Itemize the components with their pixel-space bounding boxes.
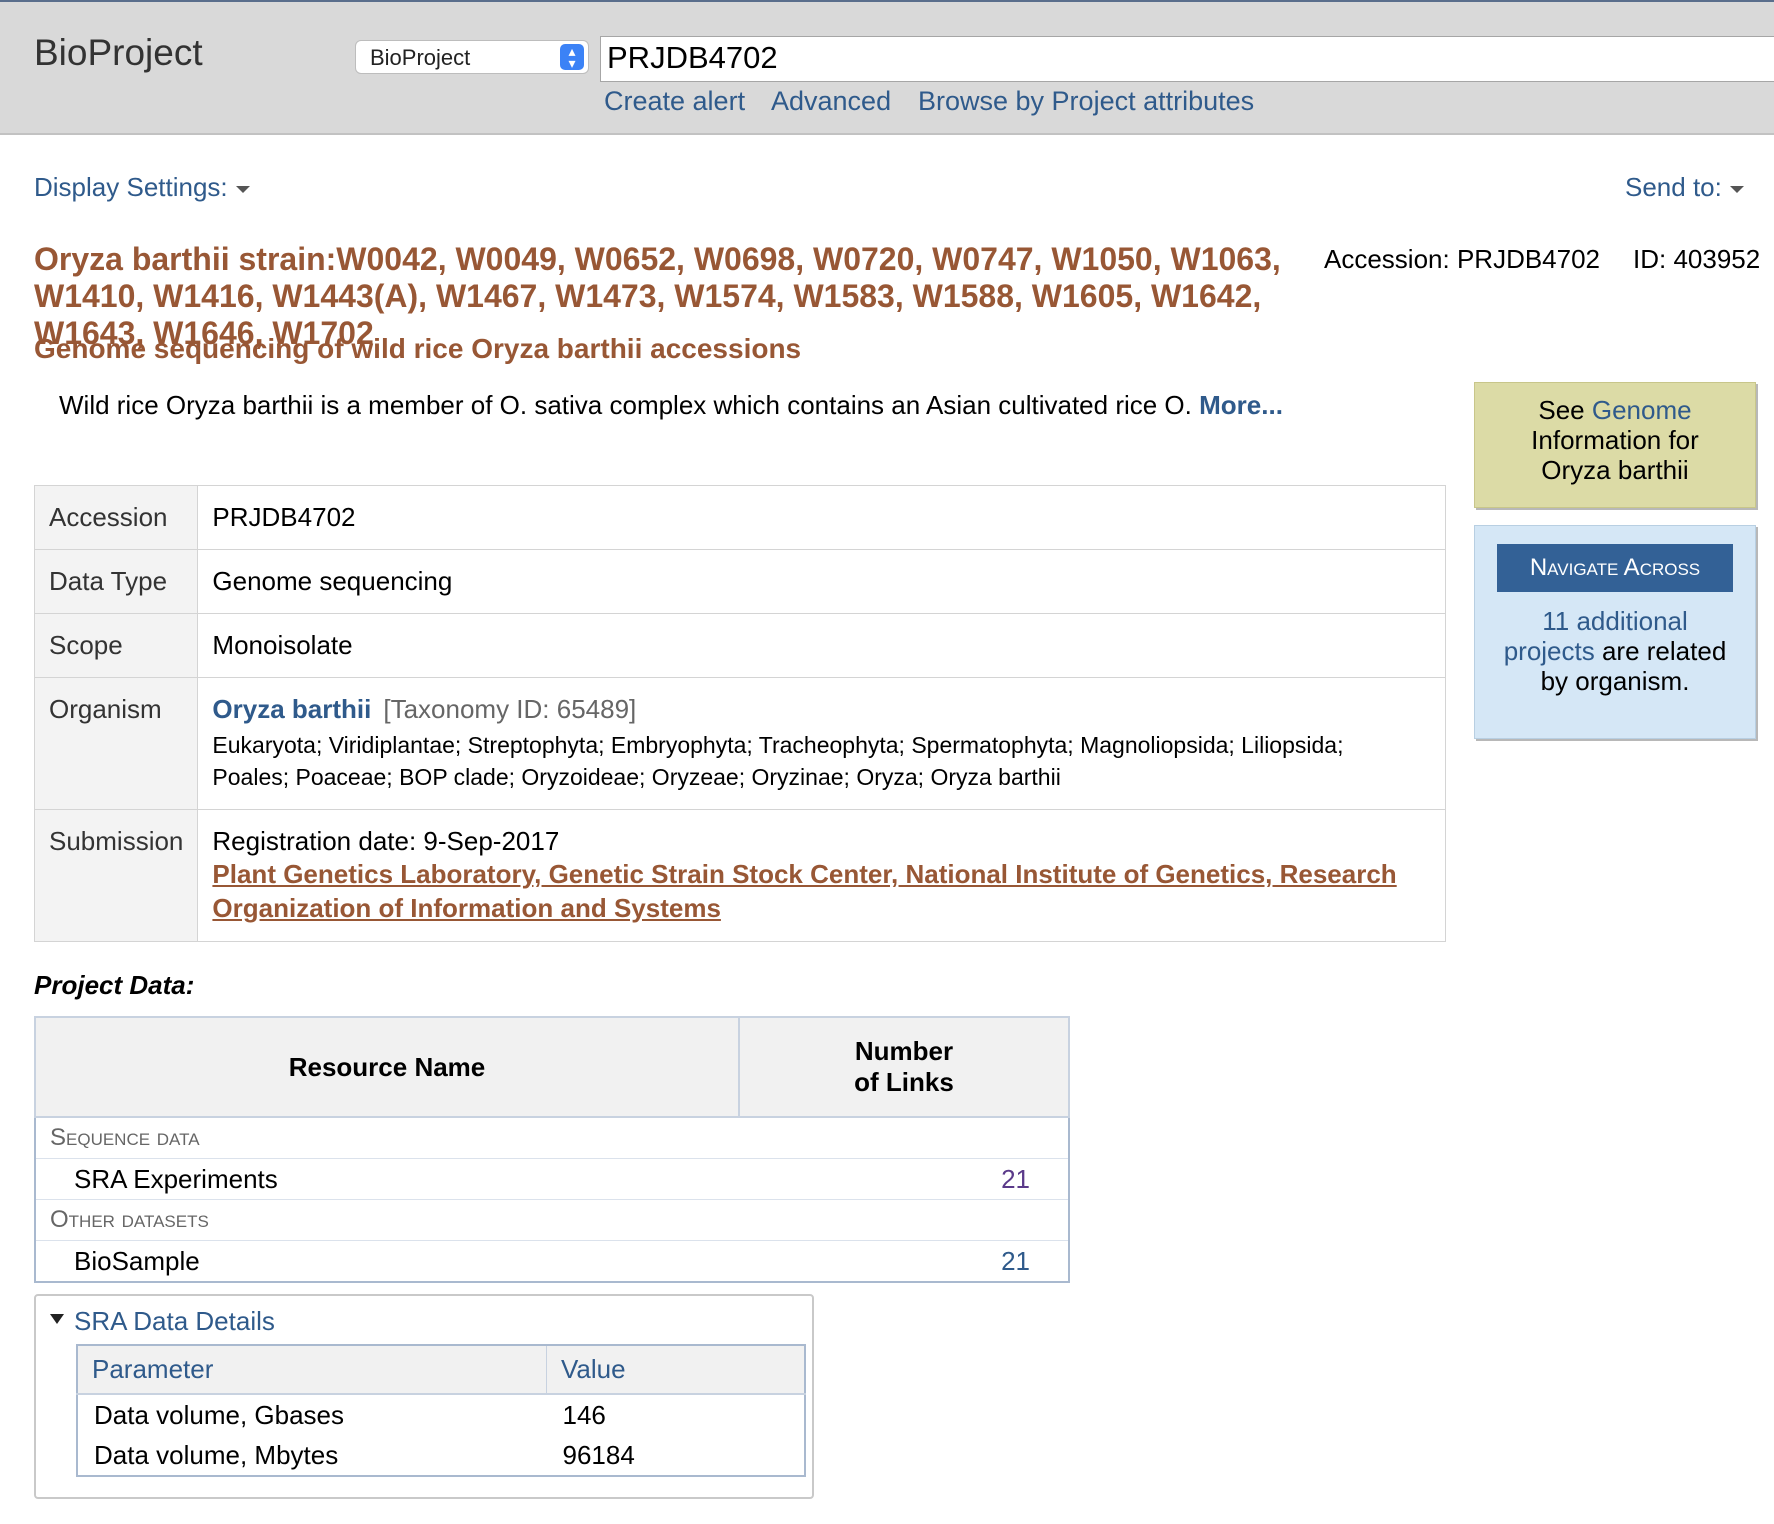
datatype-label: Data Type: [33, 549, 199, 614]
lineage: Eukaryota; Viridiplantae; Streptophyta; …: [212, 729, 1431, 793]
advanced-link[interactable]: Advanced: [771, 86, 891, 117]
biosample-name: BioSample: [35, 1240, 739, 1282]
display-settings-menu[interactable]: Display Settings:: [34, 172, 250, 203]
navigate-across-box: Navigate Across 11 additional projects a…: [1474, 525, 1756, 739]
genome-box-line-3: Oryza barthii: [1541, 455, 1689, 485]
submitter-line-2: Organization of Information and Systems: [212, 893, 721, 923]
number-of-links-line-2: of Links: [854, 1067, 954, 1097]
related-projects-text: 11 additional projects are related by or…: [1475, 606, 1755, 696]
value-cell: 146: [562, 1399, 606, 1430]
sra-data-details-toggle[interactable]: SRA Data Details: [50, 1306, 275, 1337]
sra-details-table: Parameter Value Data volume, Gbases 146 …: [76, 1344, 806, 1477]
genome-link[interactable]: Genome: [1592, 395, 1692, 425]
registration-date: Registration date: 9-Sep-2017: [212, 826, 560, 856]
related-by-organism-text: by organism.: [1540, 666, 1690, 696]
create-alert-link[interactable]: Create alert: [604, 86, 745, 117]
accession-row: Accession PRJDB4702: [33, 485, 1446, 550]
submission-row: Submission Registration date: 9-Sep-2017…: [33, 809, 1446, 942]
table-row: Data volume, Gbases 146: [77, 1394, 805, 1435]
sra-data-details-label: SRA Data Details: [74, 1306, 275, 1336]
organism-label: Organism: [33, 677, 199, 810]
search-input[interactable]: PRJDB4702: [600, 36, 1774, 82]
accession-header: Accession: PRJDB4702: [1324, 244, 1601, 274]
projects-link[interactable]: projects: [1504, 636, 1595, 666]
description-text: Wild rice Oryza barthii is a member of O…: [59, 390, 1192, 420]
submission-cell: Registration date: 9-Sep-2017 Plant Gene…: [197, 809, 1446, 942]
genome-info-box: See Genome Information for Oryza barthii: [1474, 382, 1756, 508]
project-data-table: Resource Name Number of Links Sequence d…: [34, 1016, 1070, 1283]
organism-link[interactable]: Oryza barthii: [212, 694, 371, 724]
parameter-header: Parameter: [77, 1345, 547, 1395]
accession-label: Accession: [33, 485, 199, 550]
sra-experiments-name: SRA Experiments: [35, 1158, 739, 1200]
category-sequence-data: Sequence data: [35, 1116, 1069, 1159]
category-row: Other datasets: [35, 1199, 1069, 1241]
caret-down-icon: [1729, 185, 1744, 193]
navigate-across-header: Navigate Across: [1497, 544, 1733, 592]
record-subtitle: Genome sequencing of wild rice Oryza bar…: [34, 333, 802, 364]
additional-projects-link[interactable]: 11 additional: [1542, 606, 1688, 636]
caret-down-icon: [235, 185, 250, 193]
project-data-label: Project Data:: [34, 970, 195, 1000]
select-arrows-icon: ▴ ▾: [560, 44, 584, 70]
top-search-bar: BioProject BioProject ▴ ▾ PRJDB4702 Creat…: [0, 0, 1774, 135]
related-text: are related: [1594, 636, 1727, 666]
database-select[interactable]: BioProject ▴ ▾: [355, 40, 589, 74]
value-header: Value: [546, 1345, 805, 1395]
table-row: SRA Experiments 21: [35, 1158, 1069, 1200]
category-other-datasets: Other datasets: [35, 1199, 1069, 1241]
sra-details-header-row: Parameter Value: [77, 1345, 805, 1395]
id-header: ID: 403952: [1633, 244, 1761, 274]
table-row: BioSample 21: [35, 1240, 1069, 1282]
scope-label: Scope: [33, 613, 199, 678]
submitter-line-1: Plant Genetics Laboratory, Genetic Strai…: [212, 859, 1397, 889]
triangle-down-icon: [50, 1314, 64, 1324]
category-row: Sequence data: [35, 1116, 1069, 1159]
accession-value: PRJDB4702: [197, 485, 1446, 550]
genome-box-line-2: Information for: [1531, 425, 1699, 455]
send-to-menu[interactable]: Send to:: [1625, 172, 1744, 203]
number-of-links-header: Number of Links: [738, 1016, 1070, 1118]
scope-value: Monoisolate: [197, 613, 1446, 678]
biosample-count-link[interactable]: 21: [739, 1240, 1069, 1282]
submission-label: Submission: [33, 809, 199, 942]
taxonomy-id: [Taxonomy ID: 65489]: [383, 694, 637, 724]
number-of-links-line-1: Number: [854, 1036, 954, 1066]
record-title-line-1: Oryza barthii strain:W0042, W0049, W0652…: [34, 241, 1281, 277]
sra-data-details-panel: SRA Data Details Parameter Value Data vo…: [34, 1294, 814, 1499]
scope-row: Scope Monoisolate: [33, 613, 1446, 678]
table-row: Data volume, Mbytes 96184: [77, 1435, 805, 1476]
lineage-line-2: Poales; Poaceae; BOP clade; Oryzoideae; …: [212, 764, 1061, 790]
value-cell: 96184: [562, 1439, 635, 1470]
datatype-row: Data Type Genome sequencing: [33, 549, 1446, 614]
resource-name-header: Resource Name: [34, 1016, 740, 1118]
display-settings-label: Display Settings:: [34, 172, 228, 202]
organism-row: Organism Oryza barthii [Taxonomy ID: 6548…: [33, 677, 1446, 810]
record-description: Wild rice Oryza barthii is a member of O…: [59, 390, 1283, 421]
param-cell: Data volume, Mbytes: [94, 1439, 339, 1470]
browse-attributes-link[interactable]: Browse by Project attributes: [918, 86, 1254, 117]
project-data-header-row: Resource Name Number of Links: [34, 1016, 1070, 1118]
more-link[interactable]: More...: [1199, 390, 1283, 420]
submitter-link[interactable]: Plant Genetics Laboratory, Genetic Strai…: [212, 859, 1396, 923]
genome-box-prefix: See: [1538, 395, 1592, 425]
sra-experiments-count-link[interactable]: 21: [739, 1158, 1069, 1200]
project-info-table: Accession PRJDB4702 Data Type Genome seq…: [33, 485, 1446, 942]
datatype-value: Genome sequencing: [197, 549, 1446, 614]
app-title: BioProject: [34, 32, 203, 73]
database-select-value: BioProject: [370, 45, 471, 70]
organism-cell: Oryza barthii [Taxonomy ID: 65489] Eukary…: [197, 677, 1446, 810]
param-cell: Data volume, Gbases: [94, 1399, 345, 1430]
lineage-line-1: Eukaryota; Viridiplantae; Streptophyta; …: [212, 732, 1344, 758]
send-to-label: Send to:: [1625, 172, 1722, 202]
